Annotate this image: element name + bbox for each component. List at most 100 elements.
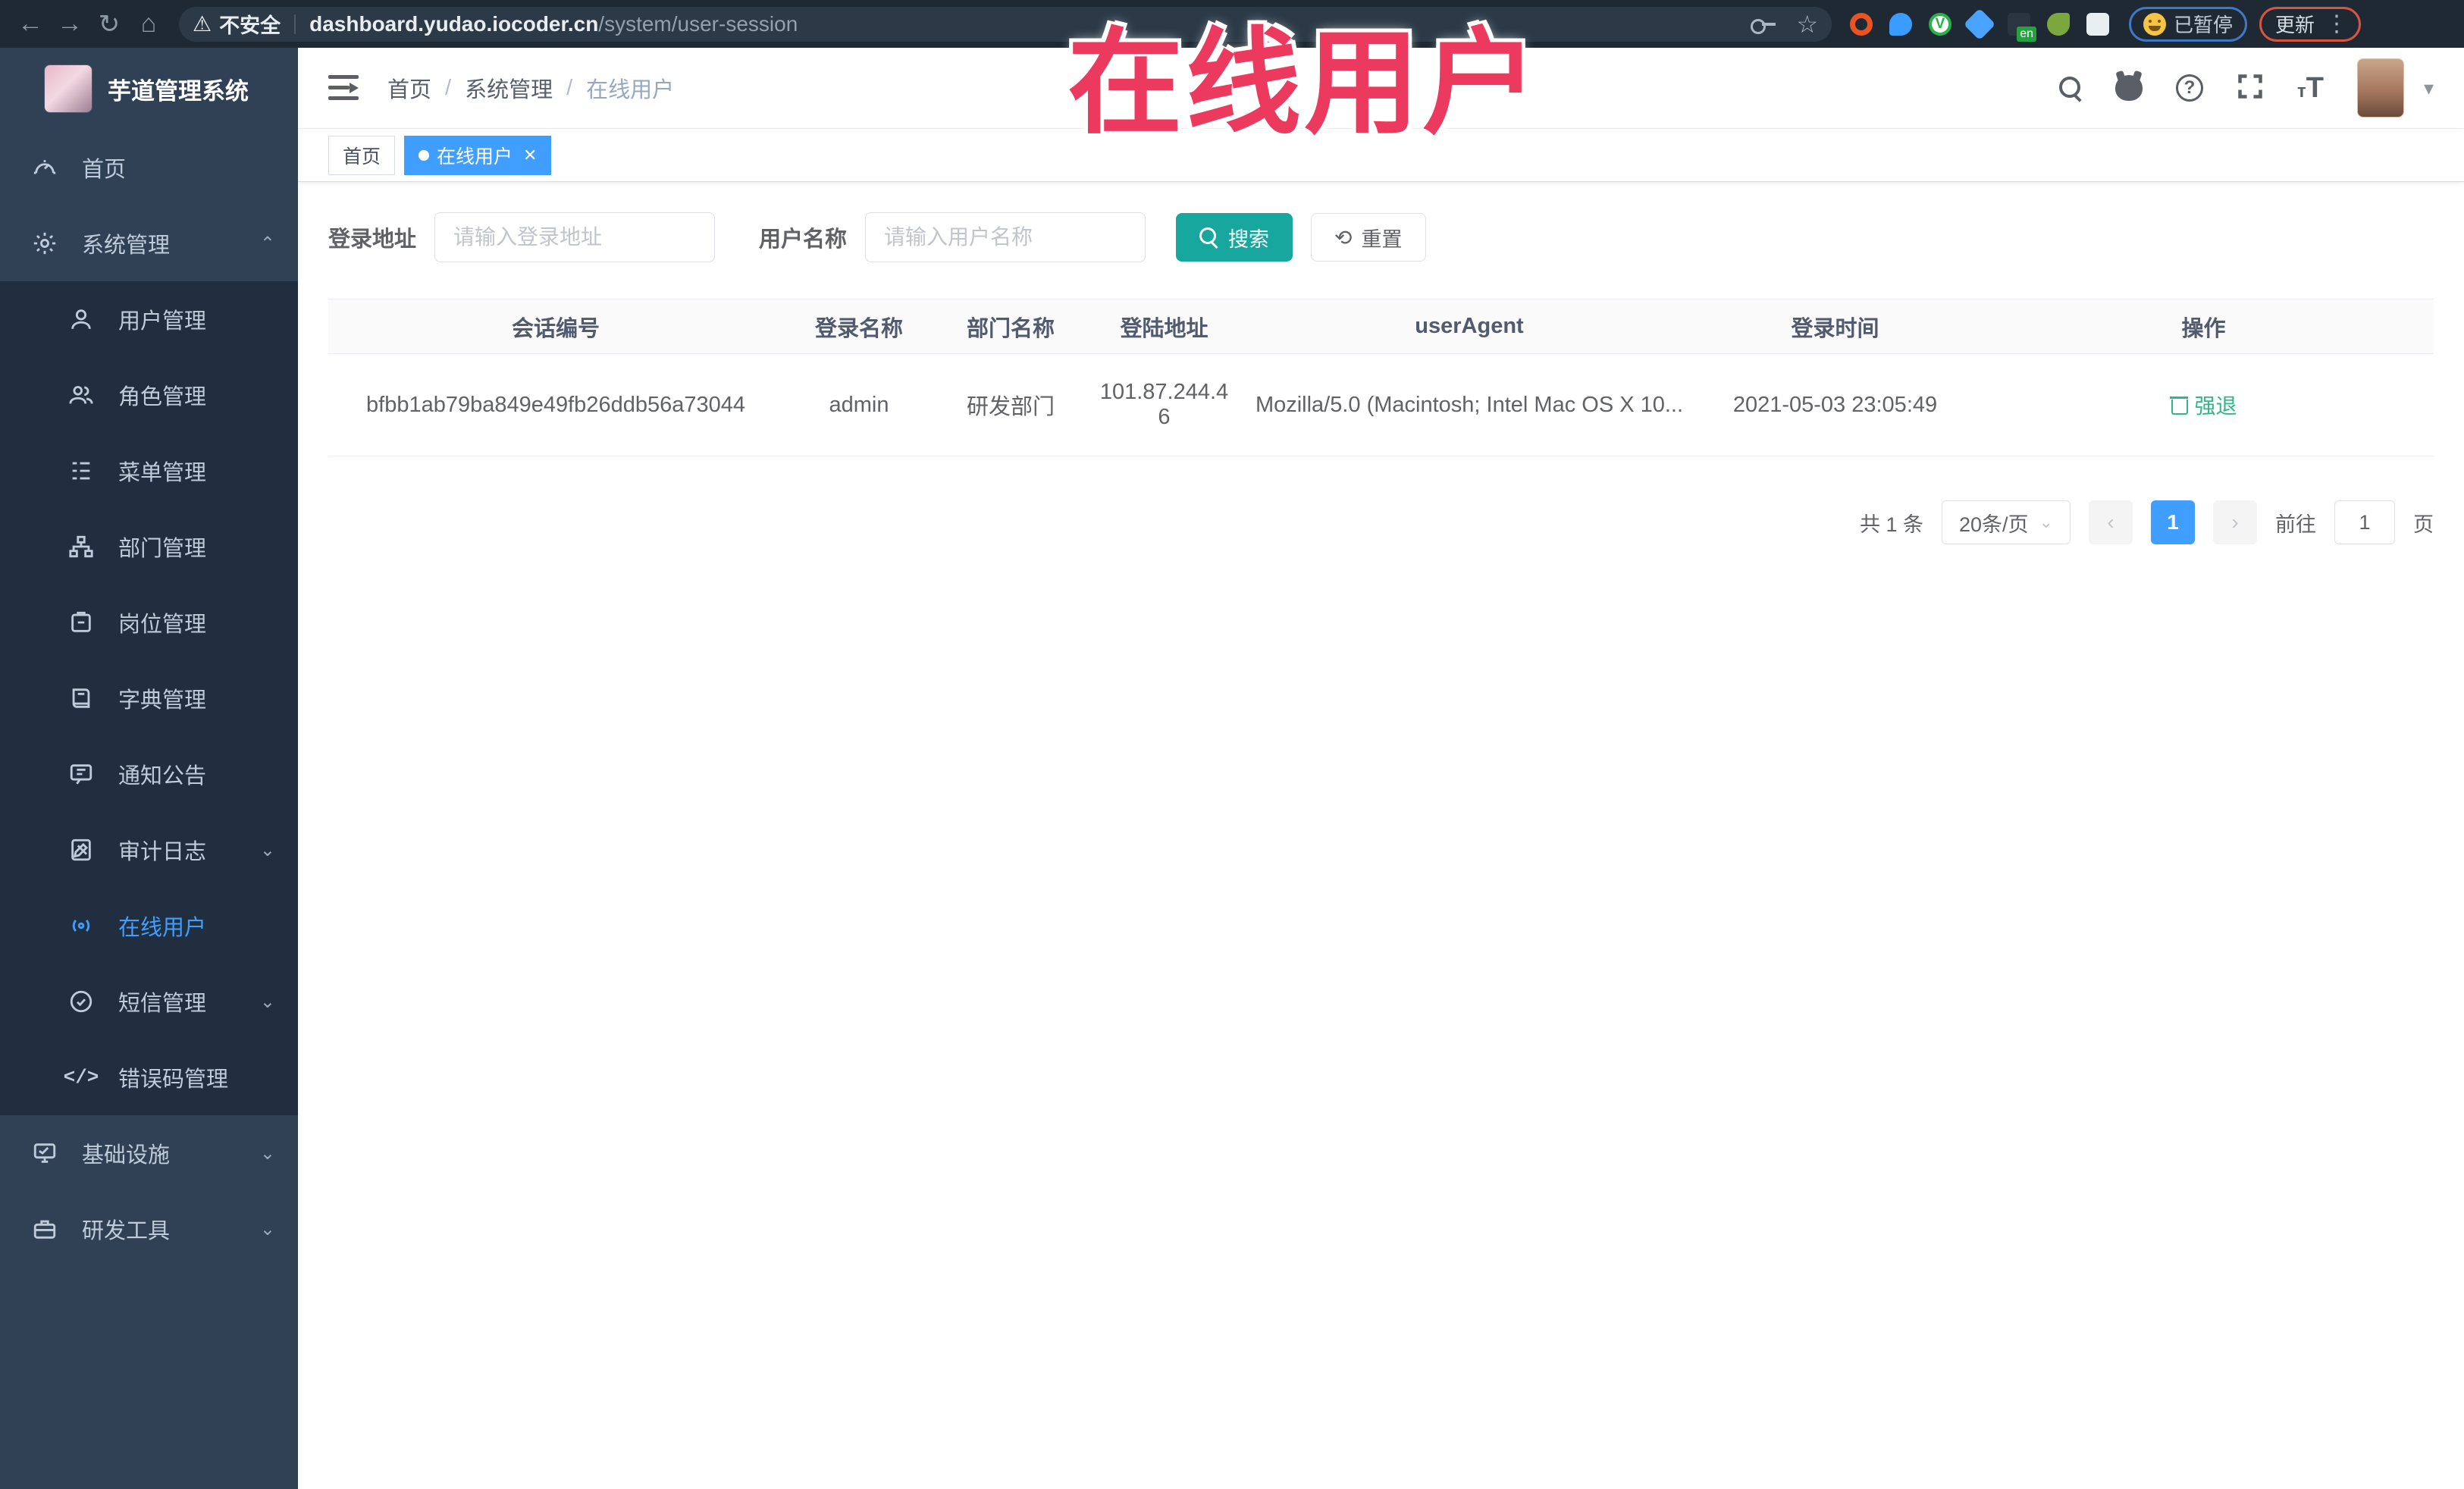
gear-icon <box>32 230 58 256</box>
chrome-update-button[interactable]: 更新 ⋮ <box>2259 6 2362 42</box>
divider <box>294 14 296 34</box>
caret-down-icon[interactable]: ▾ <box>2424 77 2434 100</box>
infra-monitor-icon <box>32 1140 58 1166</box>
sidebar-item-label: 基础设施 <box>82 1143 171 1168</box>
goto-label: 前往 <box>2275 513 2316 536</box>
warning-icon: ⚠ <box>193 12 212 36</box>
extension-icon[interactable] <box>2008 12 2036 42</box>
sidebar-item-label: 审计日志 <box>118 840 207 864</box>
chevron-up-icon: ⌃ <box>259 233 275 254</box>
login-addr-input[interactable] <box>434 212 716 262</box>
dashboard-icon <box>32 155 58 180</box>
goto-page-input[interactable] <box>2334 500 2395 544</box>
help-icon[interactable]: ? <box>2175 74 2203 102</box>
next-page-button[interactable]: › <box>2213 500 2257 544</box>
github-icon[interactable] <box>2114 75 2143 101</box>
sidebar-item-menu-mgmt[interactable]: 菜单管理 <box>0 433 298 509</box>
org-tree-icon <box>68 534 94 560</box>
sidebar-item-online-users[interactable]: 在线用户 <box>0 888 298 964</box>
main-area: 首页 / 系统管理 / 在线用户 ? тT ▾ 首页 在线用户 ✕ 登录地址 请… <box>298 48 2464 1489</box>
user-avatar[interactable] <box>2356 58 2404 118</box>
sidebar-item-dict-mgmt[interactable]: 字典管理 <box>0 660 298 736</box>
close-icon[interactable]: ✕ <box>523 146 537 165</box>
extensions-row: V <box>1850 8 2109 42</box>
search-button[interactable]: 搜索 <box>1176 213 1293 262</box>
emoji-avatar-icon <box>2143 12 2166 36</box>
tag-home[interactable]: 首页 <box>328 135 396 175</box>
forward-icon[interactable]: → <box>50 5 89 44</box>
reset-button[interactable]: ⟲ 重置 <box>1311 213 1426 262</box>
sidebar-item-devtools[interactable]: 研发工具 ⌄ <box>0 1191 298 1267</box>
post-icon <box>68 610 94 635</box>
sidebar-item-home[interactable]: 首页 <box>0 130 298 205</box>
font-size-icon[interactable]: тT <box>2297 72 2324 105</box>
hamburger-icon[interactable] <box>328 75 359 101</box>
sidebar-item-label: 菜单管理 <box>118 461 207 485</box>
app-logo-row[interactable]: 芋道管理系统 <box>0 48 298 130</box>
url-host: dashboard.yudao.iocoder.cn <box>309 11 599 36</box>
sidebar-item-label: 用户管理 <box>118 309 207 334</box>
chevron-down-icon: ⌄ <box>259 839 275 860</box>
username-input[interactable] <box>865 212 1146 262</box>
sidebar-item-audit-log[interactable]: 审计日志 ⌄ <box>0 812 298 888</box>
sidebar-item-label: 字典管理 <box>118 688 207 713</box>
address-bar[interactable]: ⚠ 不安全 dashboard.yudao.iocoder.cn/system/… <box>179 6 1832 42</box>
search-icon[interactable] <box>2058 77 2082 99</box>
sidebar-item-notice[interactable]: 通知公告 <box>0 736 298 812</box>
page-unit: 页 <box>2413 513 2434 536</box>
tag-label: 首页 <box>343 146 381 168</box>
tag-online-users[interactable]: 在线用户 ✕ <box>404 135 552 175</box>
breadcrumb-home[interactable]: 首页 <box>387 72 431 104</box>
sidebar-item-user-mgmt[interactable]: 用户管理 <box>0 281 298 357</box>
page-number-1[interactable]: 1 <box>2151 500 2195 544</box>
sidebar-item-infra[interactable]: 基础设施 ⌄ <box>0 1115 298 1191</box>
filter-form: 登录地址 用户名称 搜索 ⟲ 重置 <box>328 212 2434 262</box>
sidebar: 芋道管理系统 首页 系统管理 ⌃ 用户管理 角色管理 菜单管理 部门管理 岗位管… <box>0 48 298 1489</box>
back-icon[interactable]: ← <box>11 5 50 44</box>
breadcrumb-system[interactable]: 系统管理 <box>465 72 553 104</box>
dict-book-icon <box>68 685 94 711</box>
extensions-puzzle-icon[interactable] <box>2086 12 2109 36</box>
extension-icon[interactable] <box>1889 12 1912 36</box>
extension-icon[interactable] <box>1963 8 1996 40</box>
extension-icon[interactable]: V <box>1929 12 1951 36</box>
page-size-select[interactable]: 20条/页 ⌄ <box>1942 500 2071 544</box>
sidebar-item-label: 错误码管理 <box>118 1067 229 1092</box>
home-icon[interactable]: ⌂ <box>129 5 168 44</box>
tags-view: 首页 在线用户 ✕ <box>298 129 2464 182</box>
sidebar-item-dept-mgmt[interactable]: 部门管理 <box>0 509 298 585</box>
sidebar-item-post-mgmt[interactable]: 岗位管理 <box>0 585 298 660</box>
cell-user-agent: Mozilla/5.0 (Macintosh; Intel Mac OS X 1… <box>1242 353 1697 456</box>
pagination: 共 1 条 20条/页 ⌄ ‹ 1 › 前往 页 <box>328 500 2434 544</box>
username-label: 用户名称 <box>759 227 848 252</box>
profile-paused-chip[interactable]: 已暂停 <box>2129 6 2248 42</box>
force-logout-button[interactable]: 强退 <box>2170 390 2237 420</box>
cell-session-id: bfbb1ab79ba849e49fb26ddb56a73044 <box>328 353 783 456</box>
password-key-icon[interactable] <box>1751 17 1776 34</box>
sidebar-item-error-code[interactable]: </> 错误码管理 <box>0 1039 298 1115</box>
prev-page-button[interactable]: ‹ <box>2089 500 2133 544</box>
browser-menu-icon[interactable]: ⋮ <box>2325 11 2348 37</box>
security-chip[interactable]: ⚠ 不安全 <box>193 9 281 39</box>
reload-icon[interactable]: ↻ <box>89 5 129 44</box>
chevron-down-icon: ⌄ <box>259 1218 275 1240</box>
sidebar-item-label: 通知公告 <box>118 764 207 788</box>
sidebar-item-sms-mgmt[interactable]: 短信管理 ⌄ <box>0 964 298 1039</box>
sidebar-item-label: 系统管理 <box>82 234 171 258</box>
fullscreen-icon[interactable] <box>2237 73 2264 104</box>
page-content: 登录地址 用户名称 搜索 ⟲ 重置 会话编号 登录名称 <box>298 182 2464 575</box>
extension-icon[interactable] <box>1850 12 1873 36</box>
extension-icon[interactable] <box>2047 12 2070 36</box>
sidebar-item-label: 短信管理 <box>118 992 207 1016</box>
col-login-addr: 登陆地址 <box>1086 299 1242 354</box>
security-label: 不安全 <box>219 14 281 37</box>
breadcrumb: 首页 / 系统管理 / 在线用户 <box>387 72 674 104</box>
sidebar-item-system[interactable]: 系统管理 ⌃ <box>0 205 298 281</box>
sidebar-item-role-mgmt[interactable]: 角色管理 <box>0 357 298 433</box>
sessions-table: 会话编号 登录名称 部门名称 登陆地址 userAgent 登录时间 操作 bf… <box>328 299 2434 456</box>
bookmark-star-icon[interactable]: ☆ <box>1796 10 1818 39</box>
browser-chrome: ← → ↻ ⌂ ⚠ 不安全 dashboard.yudao.iocoder.cn… <box>0 0 2464 48</box>
cell-dept-name: 研发部门 <box>935 353 1086 456</box>
menu-list-icon <box>68 458 94 484</box>
sidebar-item-label: 岗位管理 <box>118 613 207 637</box>
